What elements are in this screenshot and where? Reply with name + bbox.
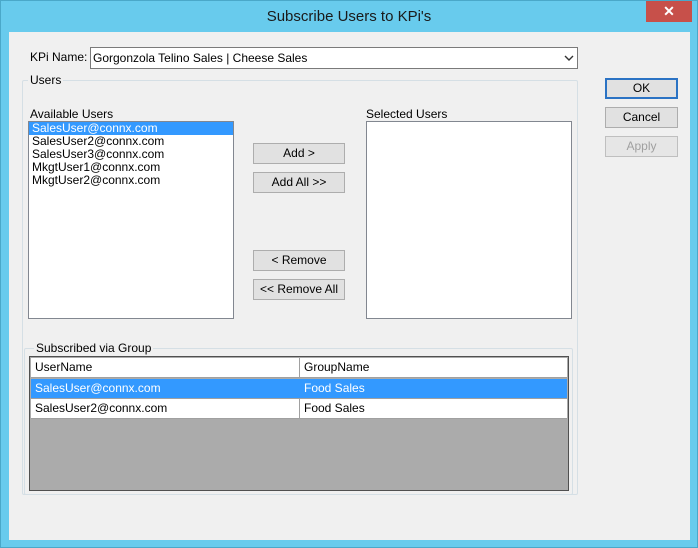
grid-cell-username: SalesUser2@connx.com <box>31 399 300 418</box>
grid-cell-groupname: Food Sales <box>304 401 365 415</box>
selected-users-label: Selected Users <box>366 107 448 121</box>
available-users-label: Available Users <box>30 107 114 121</box>
close-icon: ✕ <box>663 3 675 19</box>
grid-row[interactable]: SalesUser2@connx.com Food Sales <box>31 399 567 419</box>
selected-users-listbox[interactable] <box>366 121 572 319</box>
kpi-name-value: Gorgonzola Telino Sales | Cheese Sales <box>93 51 308 65</box>
remove-all-button[interactable]: << Remove All <box>253 279 345 300</box>
column-header-username[interactable]: UserName <box>31 358 300 377</box>
grid-row[interactable]: SalesUser@connx.com Food Sales <box>31 379 567 399</box>
cancel-button[interactable]: Cancel <box>605 107 678 128</box>
ok-button[interactable]: OK <box>605 78 678 99</box>
kpi-name-combobox[interactable]: Gorgonzola Telino Sales | Cheese Sales <box>90 47 578 69</box>
apply-button[interactable]: Apply <box>605 136 678 157</box>
add-all-button[interactable]: Add All >> <box>253 172 345 193</box>
close-button[interactable]: ✕ <box>646 1 692 22</box>
window-title: Subscribe Users to KPi's <box>266 8 432 25</box>
subscribed-users-grid[interactable]: UserName GroupName SalesUser@connx.com Fo… <box>29 356 569 491</box>
users-group-caption: Users <box>28 73 64 87</box>
add-button[interactable]: Add > <box>253 143 345 164</box>
remove-button[interactable]: < Remove <box>253 250 345 271</box>
column-header-groupname[interactable]: GroupName <box>300 358 567 377</box>
grid-header-row: UserName GroupName <box>31 358 567 378</box>
grid-cell-groupname: Food Sales <box>304 381 365 395</box>
dialog-window: Subscribe Users to KPi's ✕ KPi Name: Gor… <box>0 0 698 548</box>
kpi-name-label: KPi Name: <box>30 50 88 64</box>
dialog-client-area: KPi Name: Gorgonzola Telino Sales | Chee… <box>9 32 690 540</box>
grid-cell-username: SalesUser@connx.com <box>31 379 300 398</box>
available-users-listbox[interactable]: SalesUser@connx.com SalesUser2@connx.com S… <box>28 121 234 319</box>
subscribed-via-group-caption: Subscribed via Group <box>34 341 154 355</box>
chevron-down-icon[interactable] <box>564 54 574 62</box>
available-user-item[interactable]: MkgtUser2@connx.com <box>29 174 233 187</box>
